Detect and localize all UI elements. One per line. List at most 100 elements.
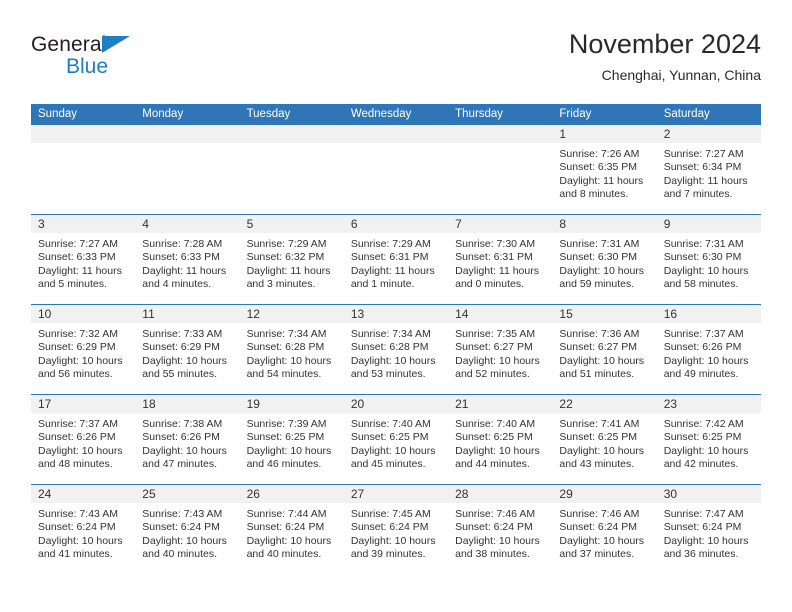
calendar-day-cell[interactable]: 14 Sunrise: 7:35 AM Sunset: 6:27 PM Dayligh… <box>448 305 553 394</box>
sunset-time: Sunset: 6:30 PM <box>559 251 638 264</box>
day-number: 1 <box>552 125 657 143</box>
calendar-day-cell-empty <box>239 125 344 214</box>
calendar-day-cell-empty <box>135 125 240 214</box>
sunrise-time: Sunrise: 7:40 AM <box>455 418 536 430</box>
calendar-day-cell[interactable]: 1 Sunrise: 7:26 AM Sunset: 6:35 PM Daylight… <box>552 125 657 214</box>
sunset-time: Sunset: 6:28 PM <box>246 341 325 354</box>
calendar-day-cell[interactable]: 7 Sunrise: 7:30 AM Sunset: 6:31 PM Daylight… <box>448 215 553 304</box>
calendar-week-row: 1 Sunrise: 7:26 AM Sunset: 6:35 PM Daylight… <box>31 125 761 214</box>
calendar-day-cell[interactable]: 23 Sunrise: 7:42 AM Sunset: 6:25 PM Dayligh… <box>656 395 761 484</box>
calendar-day-cell[interactable]: 6 Sunrise: 7:29 AM Sunset: 6:31 PM Daylight… <box>343 215 449 304</box>
calendar-day-cell[interactable]: 11 Sunrise: 7:33 AM Sunset: 6:29 PM Dayligh… <box>135 305 240 394</box>
sunset-time: Sunset: 6:25 PM <box>455 431 533 444</box>
calendar-day-cell[interactable]: 5 Sunrise: 7:29 AM Sunset: 6:32 PM Daylight… <box>239 215 344 304</box>
calendar-day-cell[interactable]: 20 Sunrise: 7:40 AM Sunset: 6:25 PM Dayligh… <box>343 395 449 484</box>
calendar-day-cell[interactable]: 12 Sunrise: 7:34 AM Sunset: 6:28 PM Dayligh… <box>239 305 344 394</box>
day-sun-info: Sunrise: 7:46 AM Sunset: 6:24 PM Daylight:… <box>552 503 656 562</box>
day-number: 8 <box>552 215 657 233</box>
calendar-day-cell[interactable]: 15 Sunrise: 7:36 AM Sunset: 6:27 PM Dayligh… <box>552 305 657 394</box>
sunrise-time: Sunrise: 7:41 AM <box>559 418 640 430</box>
daylight-duration: Daylight: 10 hours and 36 minutes. <box>663 534 749 561</box>
calendar-day-cell[interactable]: 8 Sunrise: 7:31 AM Sunset: 6:30 PM Daylight… <box>552 215 657 304</box>
day-number: 6 <box>343 215 449 233</box>
daylight-duration: Daylight: 10 hours and 40 minutes. <box>246 534 332 561</box>
calendar-day-cell[interactable]: 27 Sunrise: 7:45 AM Sunset: 6:24 PM Dayligh… <box>343 485 449 574</box>
calendar-day-cell[interactable]: 28 Sunrise: 7:46 AM Sunset: 6:24 PM Dayligh… <box>448 485 553 574</box>
day-sun-info: Sunrise: 7:31 AM Sunset: 6:30 PM Daylight:… <box>657 233 761 292</box>
weekday-header-tuesday: Tuesday <box>246 108 291 120</box>
generalblue-logo[interactable]: General Blue <box>31 33 211 93</box>
calendar-week-row: 24 Sunrise: 7:43 AM Sunset: 6:24 PM Dayligh… <box>31 484 761 574</box>
calendar-day-cell[interactable]: 30 Sunrise: 7:47 AM Sunset: 6:24 PM Dayligh… <box>656 485 761 574</box>
calendar-day-cell[interactable]: 4 Sunrise: 7:28 AM Sunset: 6:33 PM Daylight… <box>135 215 240 304</box>
daylight-duration: Daylight: 11 hours and 4 minutes. <box>142 264 227 291</box>
sunset-time: Sunset: 6:24 PM <box>663 521 742 534</box>
day-sun-info: Sunrise: 7:33 AM Sunset: 6:29 PM Daylight:… <box>135 323 239 382</box>
daylight-duration: Daylight: 11 hours and 7 minutes. <box>663 174 748 201</box>
calendar-day-cell[interactable]: 17 Sunrise: 7:37 AM Sunset: 6:26 PM Dayligh… <box>31 395 136 484</box>
day-sun-info: Sunrise: 7:30 AM Sunset: 6:31 PM Daylight:… <box>448 233 552 292</box>
day-sun-info: Sunrise: 7:47 AM Sunset: 6:24 PM Daylight:… <box>657 503 761 562</box>
calendar-week-row: 17 Sunrise: 7:37 AM Sunset: 6:26 PM Dayligh… <box>31 394 761 484</box>
daylight-duration: Daylight: 10 hours and 37 minutes. <box>559 534 645 561</box>
calendar-day-cell[interactable]: 18 Sunrise: 7:38 AM Sunset: 6:26 PM Dayligh… <box>135 395 240 484</box>
sunset-time: Sunset: 6:24 PM <box>350 521 429 534</box>
day-number <box>448 125 553 143</box>
calendar-week-row: 3 Sunrise: 7:27 AM Sunset: 6:33 PM Daylight… <box>31 214 761 304</box>
sunrise-time: Sunrise: 7:38 AM <box>142 418 223 430</box>
calendar-day-cell[interactable]: 26 Sunrise: 7:44 AM Sunset: 6:24 PM Dayligh… <box>239 485 344 574</box>
sunset-time: Sunset: 6:26 PM <box>38 431 116 444</box>
calendar-day-cell[interactable]: 3 Sunrise: 7:27 AM Sunset: 6:33 PM Daylight… <box>31 215 136 304</box>
daylight-duration: Daylight: 10 hours and 45 minutes. <box>350 444 436 471</box>
day-number: 10 <box>31 305 136 323</box>
day-number: 2 <box>656 125 761 143</box>
sunrise-time: Sunrise: 7:46 AM <box>559 508 640 520</box>
day-sun-info: Sunrise: 7:37 AM Sunset: 6:26 PM Daylight:… <box>31 413 135 472</box>
day-sun-info: Sunrise: 7:29 AM Sunset: 6:32 PM Daylight:… <box>240 233 344 292</box>
sunrise-time: Sunrise: 7:31 AM <box>663 238 744 250</box>
sunset-time: Sunset: 6:28 PM <box>350 341 429 354</box>
daylight-duration: Daylight: 10 hours and 48 minutes. <box>38 444 123 471</box>
sunrise-time: Sunrise: 7:29 AM <box>350 238 431 250</box>
sunrise-time: Sunrise: 7:36 AM <box>559 328 640 340</box>
calendar-day-cell[interactable]: 10 Sunrise: 7:32 AM Sunset: 6:29 PM Dayligh… <box>31 305 136 394</box>
day-sun-info: Sunrise: 7:36 AM Sunset: 6:27 PM Daylight:… <box>552 323 656 382</box>
sunrise-time: Sunrise: 7:43 AM <box>142 508 223 520</box>
calendar-day-cell[interactable]: 9 Sunrise: 7:31 AM Sunset: 6:30 PM Daylight… <box>656 215 761 304</box>
daylight-duration: Daylight: 10 hours and 51 minutes. <box>559 354 645 381</box>
daylight-duration: Daylight: 10 hours and 40 minutes. <box>142 534 227 561</box>
sunrise-time: Sunrise: 7:28 AM <box>142 238 223 250</box>
sunrise-time: Sunrise: 7:26 AM <box>559 148 640 160</box>
sunset-time: Sunset: 6:25 PM <box>663 431 742 444</box>
calendar-day-cell[interactable]: 29 Sunrise: 7:46 AM Sunset: 6:24 PM Dayligh… <box>552 485 657 574</box>
sunrise-time: Sunrise: 7:31 AM <box>559 238 640 250</box>
day-number: 7 <box>448 215 553 233</box>
day-number: 25 <box>135 485 240 503</box>
calendar-day-cell[interactable]: 2 Sunrise: 7:27 AM Sunset: 6:34 PM Daylight… <box>656 125 761 214</box>
calendar-day-cell[interactable]: 16 Sunrise: 7:37 AM Sunset: 6:26 PM Dayligh… <box>656 305 761 394</box>
calendar-day-cell[interactable]: 24 Sunrise: 7:43 AM Sunset: 6:24 PM Dayligh… <box>31 485 136 574</box>
sunrise-time: Sunrise: 7:37 AM <box>663 328 744 340</box>
calendar-day-cell[interactable]: 19 Sunrise: 7:39 AM Sunset: 6:25 PM Dayligh… <box>239 395 344 484</box>
day-sun-info: Sunrise: 7:45 AM Sunset: 6:24 PM Daylight:… <box>344 503 448 562</box>
calendar-day-cell[interactable]: 13 Sunrise: 7:34 AM Sunset: 6:28 PM Dayligh… <box>343 305 449 394</box>
day-number: 3 <box>31 215 136 233</box>
daylight-duration: Daylight: 10 hours and 42 minutes. <box>663 444 749 471</box>
sunset-time: Sunset: 6:26 PM <box>142 431 220 444</box>
sunset-time: Sunset: 6:24 PM <box>246 521 325 534</box>
daylight-duration: Daylight: 10 hours and 39 minutes. <box>350 534 436 561</box>
weekday-header-wednesday: Wednesday <box>350 108 412 120</box>
weekday-header-row: Sunday Monday Tuesday Wednesday Thursday Frid… <box>31 104 761 125</box>
daylight-duration: Daylight: 10 hours and 41 minutes. <box>38 534 123 561</box>
day-sun-info: Sunrise: 7:32 AM Sunset: 6:29 PM Daylight:… <box>31 323 135 382</box>
calendar-day-cell[interactable]: 25 Sunrise: 7:43 AM Sunset: 6:24 PM Dayligh… <box>135 485 240 574</box>
sunrise-time: Sunrise: 7:29 AM <box>246 238 327 250</box>
sunset-time: Sunset: 6:24 PM <box>38 521 116 534</box>
sunrise-time: Sunrise: 7:44 AM <box>246 508 327 520</box>
sunset-time: Sunset: 6:29 PM <box>38 341 116 354</box>
calendar-day-cell[interactable]: 21 Sunrise: 7:40 AM Sunset: 6:25 PM Dayligh… <box>448 395 553 484</box>
day-number: 18 <box>135 395 240 413</box>
daylight-duration: Daylight: 11 hours and 8 minutes. <box>559 174 644 201</box>
day-sun-info: Sunrise: 7:34 AM Sunset: 6:28 PM Daylight:… <box>344 323 448 382</box>
calendar-day-cell[interactable]: 22 Sunrise: 7:41 AM Sunset: 6:25 PM Dayligh… <box>552 395 657 484</box>
